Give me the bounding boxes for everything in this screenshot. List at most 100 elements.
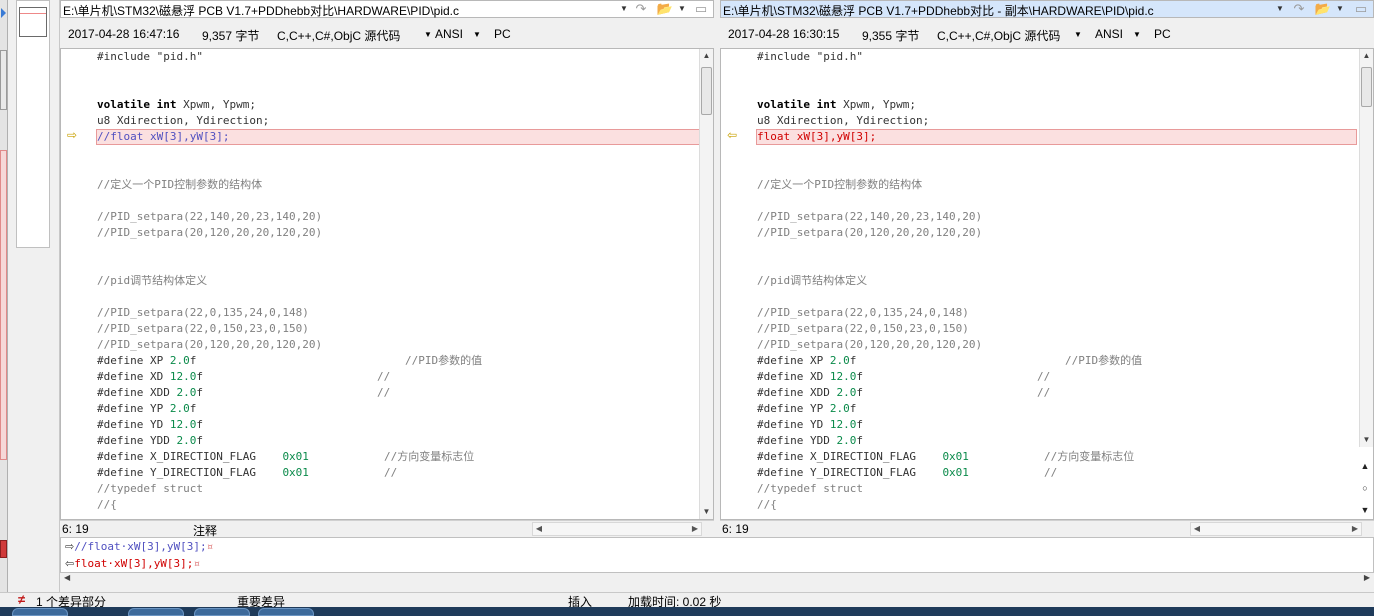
code-line: //PID_setpara(22,0,135,24,0,148) [757,306,969,319]
scroll-right-icon[interactable]: ▶ [1364,573,1370,582]
expand-triangle-icon[interactable] [1,8,6,18]
next-diff-icon[interactable]: ▼ [1359,504,1371,516]
code-line: volatile int Xpwm, Ypwm; [757,98,916,111]
right-file-info: 2017-04-28 16:30:15 9,355 字节 C,C++,C#,Ob… [720,22,1374,46]
code-line: #define YDD 2.0f [97,434,203,447]
code-line: #include "pid.h" [757,50,863,63]
scroll-right-icon[interactable]: ▶ [689,523,701,535]
save-icon[interactable]: ▭ [693,1,709,17]
line-compare-panel[interactable]: ⇨//float·xW[3],yW[3];¤ ⇦float·xW[3],yW[3… [60,537,1374,573]
chevron-down-icon[interactable]: ▼ [1074,30,1082,39]
chevron-down-icon[interactable]: ▼ [1274,1,1286,17]
arrow-left-icon: ⇦ [65,557,75,570]
left-lineending[interactable]: PC [494,27,511,41]
code-line: //{ [97,498,117,511]
right-file-size: 9,355 字节 [862,29,920,43]
save-icon[interactable]: ▭ [1353,1,1369,17]
code-line: #define XD 12.0f// [757,370,1051,383]
left-horizontal-scrollbar[interactable]: ◀ ▶ [532,522,702,536]
right-vertical-scrollbar[interactable]: ▲ ▼ [1359,49,1373,447]
redo-icon[interactable]: ↷ [633,1,649,17]
code-line: //定义一个PID控制参数的结构体 [97,178,263,191]
scroll-down-icon[interactable]: ▼ [1360,433,1373,447]
code-line: #define Y_DIRECTION_FLAG 0x01// [97,466,398,479]
right-timestamp: 2017-04-28 16:30:15 [728,27,840,41]
arrow-left-icon[interactable]: ⇦ [725,129,739,141]
right-language-dropdown[interactable]: C,C++,C#,ObjC 源代码 [937,27,1060,44]
folder-icon[interactable]: 📂 [1313,1,1333,17]
code-line: //PID_setpara(22,140,20,23,140,20) [97,210,323,223]
code-line: //PID_setpara(22,0,150,23,0,150) [97,322,309,335]
code-line: u8 Xdirection, Ydirection; [757,114,930,127]
scroll-right-icon[interactable]: ▶ [1349,523,1361,535]
prev-diff-icon[interactable]: ▲ [1359,460,1371,472]
left-code-view[interactable]: ⇨ #include "pid.h" volatile int Xpwm, Yp… [60,48,714,520]
scrollbar-thumb[interactable] [701,67,712,115]
taskbar-button[interactable] [128,608,184,616]
code-line: #define XDD 2.0f// [757,386,1051,399]
diff-code-line: //float xW[3],yW[3]; [96,129,701,145]
code-line: #define YD 12.0f [97,418,203,431]
scrollbar-thumb[interactable] [1361,67,1372,107]
scroll-up-icon[interactable]: ▲ [700,49,713,63]
current-diff-icon[interactable]: ○ [1359,482,1371,494]
code-line: #define XP 2.0f//PID参数的值 [757,354,1143,367]
diff-thumbnail[interactable] [16,0,50,248]
overview-ruler[interactable] [0,0,8,592]
left-language-dropdown[interactable]: C,C++,C#,ObjC 源代码 [277,27,400,44]
overview-marker [0,50,7,110]
left-file-info: 2017-04-28 16:47:16 9,357 字节 C,C++,C#,Ob… [60,22,714,46]
compare-horizontal-scrollbar[interactable]: ◀ ▶ [60,573,1374,585]
code-line: #include "pid.h" [97,50,203,63]
chevron-down-icon[interactable]: ▼ [473,30,481,39]
scroll-left-icon[interactable]: ◀ [1191,523,1203,535]
thumbnail-viewport[interactable] [19,7,47,37]
code-line: //typedef struct [757,482,863,495]
code-line: #define Y_DIRECTION_FLAG 0x01// [757,466,1058,479]
scroll-up-icon[interactable]: ▲ [1360,49,1373,63]
scroll-left-icon[interactable]: ◀ [64,573,70,582]
right-horizontal-scrollbar[interactable]: ◀ ▶ [1190,522,1362,536]
taskbar-button[interactable] [12,608,68,616]
code-line: #define XD 12.0f// [97,370,391,383]
stop-icon[interactable] [0,540,7,558]
left-encoding-dropdown[interactable]: ANSI [435,27,463,41]
code-line: #define X_DIRECTION_FLAG 0x01//方向变量标志位 [757,450,1135,463]
arrow-right-icon[interactable]: ⇨ [65,129,79,141]
code-line: #define XP 2.0f//PID参数的值 [97,354,483,367]
scroll-down-icon[interactable]: ▼ [700,505,713,519]
chevron-down-icon[interactable]: ▼ [1335,1,1345,17]
left-file-path[interactable]: E:\单片机\STM32\磁悬浮 PCB V1.7+PDDhebb对比\HARD… [63,2,459,19]
diff-navigation: ▲ ○ ▼ [1356,456,1374,520]
right-path-bar[interactable]: E:\单片机\STM32\磁悬浮 PCB V1.7+PDDhebb对比 - 副本… [720,0,1374,18]
code-line: #define YD 12.0f [757,418,863,431]
left-vertical-scrollbar[interactable]: ▲ ▼ [699,49,713,519]
taskbar [0,607,1374,616]
scroll-left-icon[interactable]: ◀ [533,523,545,535]
code-line: //定义一个PID控制参数的结构体 [757,178,923,191]
diff-overview-strip[interactable] [0,0,60,592]
redo-icon[interactable]: ↷ [1291,1,1307,17]
right-encoding-dropdown[interactable]: ANSI [1095,27,1123,41]
chevron-down-icon[interactable]: ▼ [677,1,687,17]
chevron-down-icon[interactable]: ▼ [424,30,432,39]
not-equal-icon: ≠ [18,592,26,607]
taskbar-button[interactable] [194,608,250,616]
taskbar-button[interactable] [258,608,314,616]
code-line: #define YP 2.0f [757,402,857,415]
left-path-bar[interactable]: E:\单片机\STM32\磁悬浮 PCB V1.7+PDDhebb对比\HARD… [60,0,714,18]
right-code-view[interactable]: ⇦ #include "pid.h" volatile int Xpwm, Yp… [720,48,1374,520]
arrow-right-icon: ⇨ [65,540,75,553]
chevron-down-icon[interactable]: ▼ [1133,30,1141,39]
code-line: //PID_setpara(22,140,20,23,140,20) [757,210,983,223]
folder-icon[interactable]: 📂 [655,1,675,17]
code-line: #define X_DIRECTION_FLAG 0x01//方向变量标志位 [97,450,475,463]
code-line: //typedef struct [97,482,203,495]
right-file-path[interactable]: E:\单片机\STM32\磁悬浮 PCB V1.7+PDDhebb对比 - 副本… [723,2,1154,19]
chevron-down-icon[interactable]: ▼ [618,1,630,17]
right-lineending[interactable]: PC [1154,27,1171,41]
code-line: //PID_setpara(20,120,20,20,120,20) [97,338,323,351]
status-bar: ≠ 1 个差异部分 重要差异 插入 加载时间: 0.02 秒 [0,592,1374,609]
left-cursor-position: 6: 19 [62,522,89,536]
diff-code-line: float xW[3],yW[3]; [756,129,1357,145]
